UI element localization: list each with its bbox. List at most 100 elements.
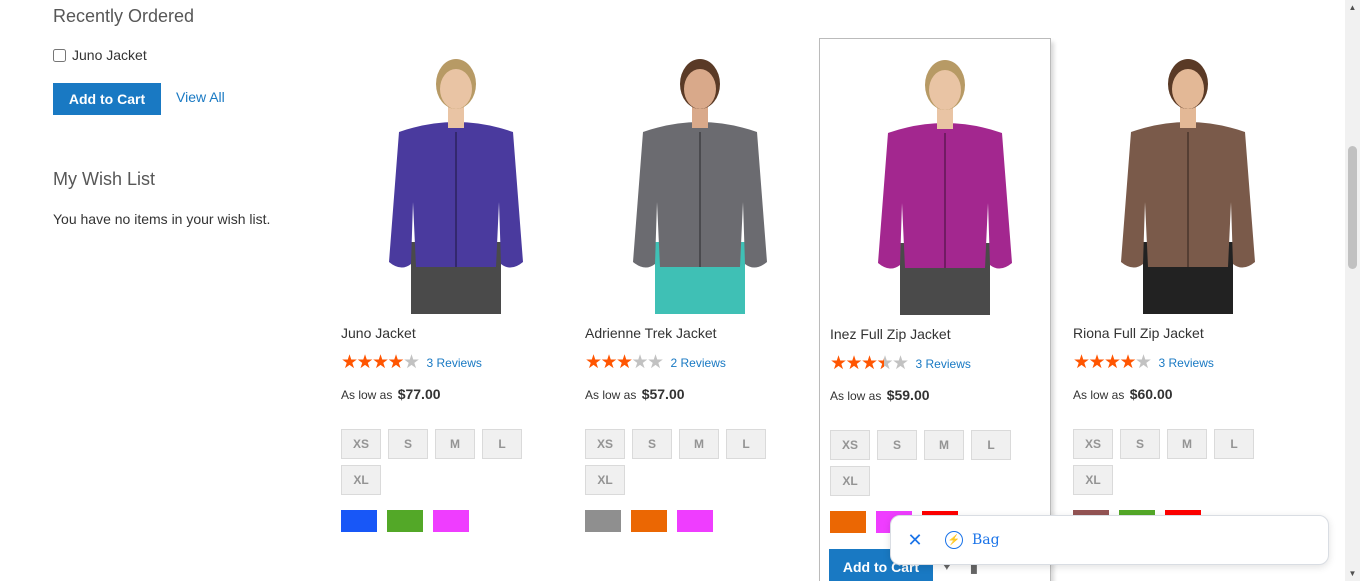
star-icon: ★ <box>356 352 374 373</box>
color-options <box>341 510 469 532</box>
star-icon: ★ <box>403 352 421 373</box>
star-icon: ★ <box>1104 352 1122 373</box>
star-icon: ★ <box>1073 352 1091 373</box>
size-options: XS S M L XL <box>1073 429 1263 495</box>
recently-ordered-add-to-cart-button[interactable]: Add to Cart <box>53 83 161 115</box>
product-rating: ★★★★★3 Reviews <box>1073 353 1214 372</box>
product-name-link[interactable]: Juno Jacket <box>341 325 416 341</box>
product-card[interactable]: Juno Jacket ★ ★ ★ ★ ★ 3 Reviews As low as $77.0… <box>341 38 573 581</box>
size-option[interactable]: M <box>1167 429 1207 459</box>
recently-ordered-title: Recently Ordered <box>53 6 195 26</box>
rating-stars: ★ ★ ★ ★ ★ <box>341 352 421 373</box>
star-icon: ★ <box>616 352 634 373</box>
product-name-link[interactable]: Riona Full Zip Jacket <box>1073 325 1204 341</box>
reviews-link[interactable]: 3 Reviews <box>427 356 482 370</box>
star-icon: ★ <box>387 352 405 373</box>
star-icon: ★ <box>1119 352 1137 373</box>
size-option[interactable]: M <box>435 429 475 459</box>
reviews-link[interactable]: 2 Reviews <box>671 356 726 370</box>
star-icon: ★ <box>892 353 910 374</box>
rating-stars: ★ ★ ★ ★ ★ <box>1073 352 1153 373</box>
product-price: As low as $60.00 <box>1073 386 1173 402</box>
star-icon: ★ <box>1135 352 1153 373</box>
size-option[interactable]: XS <box>341 429 381 459</box>
price-label: As low as <box>585 388 637 402</box>
star-icon: ★ <box>1088 352 1106 373</box>
size-option[interactable]: M <box>924 430 964 460</box>
color-swatch[interactable] <box>433 510 469 532</box>
color-swatch[interactable] <box>677 510 713 532</box>
bag-link[interactable]: Bag <box>972 532 1000 548</box>
scrollbar-thumb[interactable] <box>1348 146 1357 269</box>
size-option[interactable]: S <box>632 429 672 459</box>
recently-ordered-item-label: Juno Jacket <box>72 47 147 63</box>
size-option[interactable]: S <box>388 429 428 459</box>
price-value: $60.00 <box>1129 386 1173 402</box>
star-icon: ★ <box>631 352 649 373</box>
lightning-bolt-icon[interactable]: ⚡ <box>945 531 963 549</box>
size-option[interactable]: M <box>679 429 719 459</box>
recently-ordered-item[interactable]: Juno Jacket <box>53 47 147 63</box>
size-option[interactable]: XS <box>585 429 625 459</box>
product-name-link[interactable]: Inez Full Zip Jacket <box>830 326 951 342</box>
product-rating: ★★★★★ 3 Reviews <box>830 354 971 373</box>
size-option[interactable]: XL <box>585 465 625 495</box>
size-options: XS S M L XL <box>830 430 1020 496</box>
scroll-up-arrow-icon[interactable]: ▲ <box>1345 0 1360 15</box>
size-option[interactable]: XL <box>830 466 870 496</box>
product-name-link[interactable]: Adrienne Trek Jacket <box>585 325 717 341</box>
wishlist-title: My Wish List <box>53 169 156 189</box>
product-image[interactable] <box>1043 52 1333 314</box>
color-swatch[interactable] <box>341 510 377 532</box>
bag-toolbar: ✕ ⚡ Bag <box>890 515 1329 565</box>
product-price: As low as $57.00 <box>585 386 685 402</box>
price-label: As low as <box>341 388 393 402</box>
color-swatch[interactable] <box>830 511 866 533</box>
rating-stars: ★ ★ ★ ★ ★ <box>830 353 910 374</box>
product-card[interactable]: Riona Full Zip Jacket ★ ★ ★ ★ ★ 3 Reviews As lo… <box>1073 38 1305 581</box>
color-swatch[interactable] <box>631 510 667 532</box>
size-option[interactable]: S <box>877 430 917 460</box>
star-icon: ★ <box>372 352 390 373</box>
star-icon: ★ <box>600 352 618 373</box>
size-option[interactable]: XL <box>1073 465 1113 495</box>
size-option[interactable]: XS <box>1073 429 1113 459</box>
product-rating: ★★★★★3 Reviews <box>341 353 482 372</box>
size-options: XS S M L XL <box>341 429 531 495</box>
price-label: As low as <box>1073 388 1125 402</box>
close-icon[interactable]: ✕ <box>907 530 923 551</box>
size-option[interactable]: L <box>971 430 1011 460</box>
product-card[interactable]: Inez Full Zip Jacket ★★★★★ 3 Reviews As low… <box>819 38 1051 581</box>
size-option[interactable]: S <box>1120 429 1160 459</box>
price-value: $77.00 <box>397 386 441 402</box>
scroll-down-arrow-icon[interactable]: ▼ <box>1345 566 1360 581</box>
page-scrollbar[interactable]: ▲ ▼ <box>1345 0 1360 581</box>
star-icon: ★ <box>877 354 894 373</box>
product-card[interactable]: Adrienne Trek Jacket ★ ★ ★ ★ ★ 2 Reviews As low… <box>585 38 817 581</box>
reviews-link[interactable]: 3 Reviews <box>1159 356 1214 370</box>
star-icon: ★ <box>647 352 665 373</box>
wishlist-empty-message: You have no items in your wish list. <box>53 211 271 227</box>
size-options: XS S M L XL <box>585 429 775 495</box>
view-all-link[interactable]: View All <box>176 89 225 105</box>
rating-stars: ★ ★ ★ ★ ★ <box>585 352 665 373</box>
star-icon: ★ <box>585 352 603 373</box>
color-swatch[interactable] <box>387 510 423 532</box>
size-option[interactable]: L <box>726 429 766 459</box>
recently-ordered-checkbox[interactable] <box>53 48 66 62</box>
size-option[interactable]: L <box>1214 429 1254 459</box>
star-icon: ★ <box>861 353 879 374</box>
product-rating: ★ ★ ★ ★ ★ 2 Reviews <box>585 353 726 372</box>
size-option[interactable]: XS <box>830 430 870 460</box>
price-value: $57.00 <box>641 386 685 402</box>
reviews-link[interactable]: 3 Reviews <box>916 357 971 371</box>
size-option[interactable]: L <box>482 429 522 459</box>
product-price: As low as $77.00 <box>341 386 441 402</box>
color-swatch[interactable] <box>585 510 621 532</box>
size-option[interactable]: XL <box>341 465 381 495</box>
price-label: As low as <box>830 389 882 403</box>
price-value: $59.00 <box>886 387 930 403</box>
star-icon: ★ <box>341 352 359 373</box>
star-icon: ★ <box>830 353 848 374</box>
product-price: As low as $59.00 <box>830 387 930 403</box>
